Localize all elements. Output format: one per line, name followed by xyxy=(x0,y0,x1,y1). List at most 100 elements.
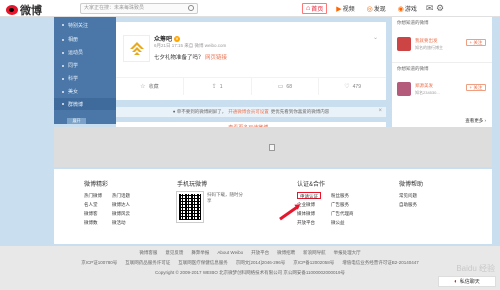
footer-link[interactable]: 微博客服 xyxy=(139,248,157,258)
favorite-button[interactable]: ☆ 收藏 xyxy=(116,78,184,95)
close-icon[interactable]: × xyxy=(378,108,382,114)
private-chat-button[interactable]: ◐ 私信聊天 xyxy=(438,276,496,287)
footer-link[interactable]: 微博风云 xyxy=(112,210,130,217)
license-text[interactable]: 互联网医疗保健信息服务 xyxy=(178,258,228,268)
sidebar-item-beauty[interactable]: 美女 xyxy=(54,85,116,98)
right-sidebar: 你想知道的微博 我就要出发 知名的旅行博主 + 关注 你想知道的微博 郑源美发 … xyxy=(392,17,492,127)
license-text[interactable]: 京ICP备12002058号 xyxy=(293,258,334,268)
search-icon[interactable] xyxy=(188,5,194,11)
license-text[interactable]: 京ICP证100780号 xyxy=(81,258,117,268)
chat-icon: ◐ xyxy=(454,278,458,285)
weibo-logo[interactable]: 微博 xyxy=(6,2,42,18)
sidebar-item-science[interactable]: 科学 xyxy=(54,72,116,85)
license-text[interactable]: 互联网药品服务许可证 xyxy=(125,258,170,268)
like-count: 479 xyxy=(352,83,361,90)
bullet-icon xyxy=(62,64,64,67)
message-settings-icons[interactable]: ✉ ⚙ xyxy=(426,3,444,14)
follow-button[interactable]: + 关注 xyxy=(466,84,486,91)
footer-link[interactable]: About Weibo xyxy=(217,248,243,258)
recommend-user-desc: 知名234530... xyxy=(415,89,440,95)
footer-col-title: 微博精彩 xyxy=(84,182,109,188)
footer-link[interactable]: 媒体微博 xyxy=(297,210,321,217)
recommend-user: 我就要出发 知名的旅行博主 + 关注 xyxy=(392,29,492,59)
qr-code xyxy=(176,191,204,223)
recommend-user: 郑源美发 知名234530... + 关注 xyxy=(392,74,492,104)
sidebar-item-label: 美女 xyxy=(68,89,79,95)
footer-link[interactable]: 意见反馈 xyxy=(165,248,183,258)
bullet-icon xyxy=(62,90,64,93)
footer-link[interactable]: 名人堂 xyxy=(84,201,102,208)
license-row: 京ICP证100780号 互联网药品服务许可证 互联网医疗保健信息服务 京网文[… xyxy=(0,258,500,268)
avatar[interactable] xyxy=(397,82,411,96)
apply-verification-link[interactable]: 申请认证 xyxy=(297,192,321,199)
footer-link[interactable]: 广告服务 xyxy=(331,201,354,208)
sidebar-item-label: 相册 xyxy=(68,37,79,43)
sidebar-item-group[interactable]: 群微博 xyxy=(54,98,116,110)
footer-link[interactable]: 微博数 xyxy=(84,219,102,226)
nav-home[interactable]: ⌂ 首页 xyxy=(302,3,328,14)
comment-count: 68 xyxy=(286,83,292,90)
sidebar-item-special[interactable]: 特别关注 xyxy=(54,17,116,33)
footer-link[interactable]: 粉丝服务 xyxy=(331,192,354,199)
ad-placeholder xyxy=(54,127,492,167)
bottom-links: 微博客服 意见反馈 舞弊举报 About Weibo 开放平台 微博招聘 新浪网… xyxy=(0,248,500,258)
avatar[interactable] xyxy=(123,35,150,62)
footer-link[interactable]: 微博达人 xyxy=(112,201,130,208)
footer-link[interactable]: 热门话题 xyxy=(112,192,130,199)
footer-col-title: 微博帮助 xyxy=(399,182,424,188)
footer-link[interactable]: 微博招聘 xyxy=(277,248,295,258)
search-input[interactable]: 大家正在搜：未来每珠致员 xyxy=(80,3,198,14)
sidebar-item-athletes[interactable]: 运动员 xyxy=(54,46,116,59)
license-text[interactable]: 增值电信业务经营许可证B2-20140447 xyxy=(342,258,419,268)
license-text[interactable]: 京网文[2014]2046-296号 xyxy=(236,258,286,268)
recommend-user-name[interactable]: 郑源美发 xyxy=(415,83,440,89)
footer-link[interactable]: 微活动 xyxy=(112,219,130,226)
nav-video[interactable]: ▶ 视频 xyxy=(333,3,357,14)
footer-link[interactable]: 常见问题 xyxy=(399,192,423,199)
game-icon: ◉ xyxy=(397,5,404,13)
sidebar-item-album[interactable]: 相册 xyxy=(54,33,116,46)
footer-col-title: 认证&合作 xyxy=(297,182,326,188)
avatar[interactable] xyxy=(397,37,411,51)
footer-link[interactable]: 微公益 xyxy=(331,219,354,226)
bullet-icon xyxy=(62,24,64,26)
private-chat-label: 私信聊天 xyxy=(459,279,480,285)
footer-link[interactable]: 热门微博 xyxy=(84,192,102,199)
sidebar-item-label: 群微博 xyxy=(68,101,84,108)
footer-link[interactable]: 微博客 xyxy=(84,210,102,217)
nav-discover-label: 发现 xyxy=(373,7,386,13)
footer-link[interactable]: 自助服务 xyxy=(399,201,423,208)
footer-col-mobile: 手机玩微博 扫码下载，随时分享 xyxy=(176,179,245,223)
sidebar-expand-button[interactable]: 展开 xyxy=(67,118,86,124)
discover-icon: ◎ xyxy=(366,5,373,13)
like-button[interactable]: ♡ 479 xyxy=(319,78,386,95)
footer-link[interactable]: 开放平台 xyxy=(251,248,269,258)
footer-link[interactable]: 舞弊举报 xyxy=(191,248,209,258)
footer-link[interactable]: 广告代理商 xyxy=(331,210,354,217)
footer-link[interactable]: 新浪网导航 xyxy=(303,248,326,258)
notice-link[interactable]: 开通微博会员可设置 xyxy=(228,109,269,115)
chevron-down-icon[interactable]: ⌄ xyxy=(373,34,379,41)
recommend-user-name[interactable]: 我就要出发 xyxy=(415,38,443,44)
site-footer: 微博精彩 热门微博 名人堂 微博客 微博数 热门话题 微博达人 微博风云 微活动… xyxy=(54,169,492,244)
star-icon: ☆ xyxy=(140,84,146,90)
follow-button[interactable]: + 关注 xyxy=(466,39,486,46)
web-link[interactable]: 网页链接 xyxy=(205,55,227,61)
copyright-row: Copyright © 2009-2017 WEIBO 北京微梦创科网络技术有限… xyxy=(0,268,500,278)
comment-button[interactable]: ▭ 68 xyxy=(252,78,320,95)
qr-caption: 扫码下载，随时分享 xyxy=(207,192,243,203)
author-name: 众筹吧 xyxy=(154,37,173,43)
post-body: 七夕礼物准备了吗？ xyxy=(154,55,204,61)
search-placeholder: 大家正在搜：未来每珠致员 xyxy=(84,5,145,11)
nav-game[interactable]: ◉ 游戏 xyxy=(395,3,420,14)
nav-discover[interactable]: ◎ 发现 xyxy=(364,3,389,14)
view-more-link[interactable]: 查看更多 › xyxy=(465,118,486,124)
sidebar-item-classmates[interactable]: 同学 xyxy=(54,59,116,72)
nav-game-label: 游戏 xyxy=(404,7,417,13)
footer-link[interactable]: 开放平台 xyxy=(297,219,321,226)
repost-count: 1 xyxy=(219,83,223,90)
video-icon: ▶ xyxy=(336,5,342,13)
repost-button[interactable]: ⇪ 1 xyxy=(184,78,252,95)
footer-link[interactable]: 举报处理大厅 xyxy=(334,248,361,258)
post-author[interactable]: 众筹吧 V xyxy=(154,34,181,43)
